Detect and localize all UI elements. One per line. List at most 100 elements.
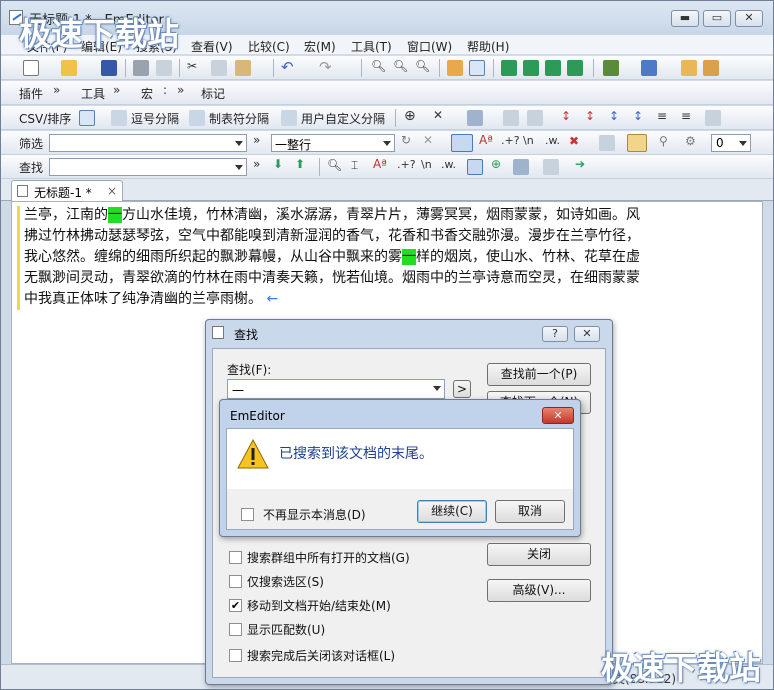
custom-separated-button[interactable]: 用户自定义分隔 bbox=[301, 110, 385, 127]
move-to-start-checkbox[interactable]: ✔ bbox=[229, 599, 242, 612]
find-bar-mark-icon[interactable]: ⌶ bbox=[351, 158, 358, 173]
print-preview-icon[interactable] bbox=[156, 60, 172, 76]
whole-word-icon[interactable]: .w. bbox=[545, 134, 560, 147]
menu-compare[interactable]: 比较(C) bbox=[248, 38, 290, 55]
split-icon[interactable]: ✕ bbox=[433, 108, 443, 122]
tools-label[interactable]: 工具 bbox=[81, 85, 105, 102]
cancel-button[interactable]: 取消 bbox=[495, 500, 565, 523]
chevron-icon[interactable]: » bbox=[113, 83, 120, 97]
font-icon[interactable] bbox=[641, 60, 657, 76]
find-bar-input[interactable] bbox=[49, 158, 247, 176]
selection-only-checkbox[interactable] bbox=[229, 575, 242, 588]
join-icon[interactable] bbox=[503, 110, 519, 126]
sort-len-desc-icon[interactable]: ≡ bbox=[681, 109, 691, 123]
pin-icon[interactable]: ⚲ bbox=[659, 134, 668, 148]
find-dialog-close-text-button[interactable]: 关闭 bbox=[487, 543, 591, 566]
chevron-icon[interactable]: » bbox=[177, 83, 184, 97]
sort-asc-icon[interactable]: ↕ bbox=[561, 109, 571, 123]
find-bar-panel-icon[interactable] bbox=[543, 159, 559, 175]
close-window-button[interactable]: ✕ bbox=[735, 10, 763, 27]
redo-icon[interactable]: ↷ bbox=[319, 58, 332, 76]
help-button[interactable]: ? bbox=[542, 326, 568, 342]
columns-icon[interactable] bbox=[467, 110, 483, 126]
find-next-icon[interactable]: 🔍︎ bbox=[393, 59, 408, 73]
filter-icon[interactable] bbox=[469, 60, 485, 76]
paste-icon[interactable] bbox=[235, 60, 251, 76]
find-bar-regex-icon[interactable]: .+? bbox=[397, 158, 416, 171]
maximize-button[interactable]: ▭ bbox=[703, 10, 731, 27]
remove-dup-icon[interactable] bbox=[705, 110, 721, 126]
config-icon[interactable] bbox=[603, 60, 619, 76]
open-folder-icon[interactable] bbox=[61, 60, 77, 76]
find-bar-word-icon[interactable]: .w. bbox=[441, 158, 456, 171]
filter-input[interactable] bbox=[49, 134, 247, 152]
comma-separated-button[interactable]: 逗号分隔 bbox=[131, 110, 179, 127]
find-prev-icon[interactable]: 🔍︎ bbox=[415, 59, 430, 73]
close-after-search-checkbox[interactable] bbox=[229, 649, 242, 662]
show-count-checkbox[interactable] bbox=[229, 623, 242, 636]
csv-mode-icon[interactable] bbox=[79, 110, 95, 126]
new-file-icon[interactable] bbox=[23, 60, 39, 76]
bookmark-label[interactable]: 标记 bbox=[201, 85, 225, 102]
find-bar-wrap-icon[interactable] bbox=[467, 159, 483, 175]
chevron-icon[interactable]: » bbox=[53, 83, 60, 97]
undo-icon[interactable]: ↶ bbox=[281, 58, 294, 76]
advanced-button[interactable]: 高级(V)... bbox=[487, 579, 591, 602]
sort-desc-icon[interactable]: ↕ bbox=[585, 109, 595, 123]
menu-help[interactable]: 帮助(H) bbox=[467, 38, 509, 55]
menu-window[interactable]: 窗口(W) bbox=[407, 38, 452, 55]
find-bar-go-icon[interactable]: ➔ bbox=[575, 157, 585, 171]
document-text[interactable]: 兰亭，江南的一方山水佳境，竹林清幽，溪水潺潺，青翠片片，薄雾冥冥，烟雨蒙蒙，如诗… bbox=[24, 205, 736, 310]
chevron-icon[interactable]: » bbox=[253, 157, 260, 171]
menu-view[interactable]: 查看(V) bbox=[191, 38, 233, 55]
minimize-button[interactable]: ▬ bbox=[671, 10, 699, 27]
add-column-icon[interactable]: ⊕ bbox=[404, 108, 416, 124]
sort-num-desc-icon[interactable]: ↕ bbox=[633, 109, 643, 123]
customize-icon[interactable] bbox=[681, 60, 697, 76]
print-icon[interactable] bbox=[133, 60, 149, 76]
find-up-icon[interactable]: ⬆ bbox=[295, 157, 305, 171]
find-options-arrow-button[interactable]: > bbox=[453, 380, 471, 398]
save-icon[interactable] bbox=[101, 60, 117, 76]
plugins-icon[interactable] bbox=[703, 60, 719, 76]
find-bar-case-icon[interactable]: Aª bbox=[373, 157, 387, 171]
justify-icon[interactable] bbox=[527, 110, 543, 126]
filter-search-icon[interactable] bbox=[451, 134, 473, 152]
find-bar-list-icon[interactable] bbox=[513, 159, 529, 175]
wrap-window-icon[interactable] bbox=[523, 60, 539, 76]
cancel-filter-icon[interactable]: ✕ bbox=[423, 133, 433, 147]
copy-icon[interactable] bbox=[211, 60, 227, 76]
cut-icon[interactable]: ✂ bbox=[187, 59, 197, 73]
escape-icon[interactable]: \n bbox=[523, 134, 534, 147]
advanced-filter-icon[interactable]: ⚙ bbox=[685, 134, 696, 148]
menu-macro[interactable]: 宏(M) bbox=[304, 38, 336, 55]
wrap-char-icon[interactable] bbox=[567, 60, 583, 76]
lock-icon[interactable] bbox=[627, 134, 647, 152]
tab-separated-button[interactable]: 制表符分隔 bbox=[209, 110, 269, 127]
find-bar-escape-icon[interactable]: \n bbox=[421, 158, 432, 171]
tab-close-icon[interactable]: × bbox=[107, 184, 117, 198]
bookmark-filter-icon[interactable] bbox=[599, 135, 615, 151]
sort-len-icon[interactable]: ≡ bbox=[657, 109, 667, 123]
find-dialog-close-button[interactable]: ✕ bbox=[574, 326, 600, 342]
find-bar-search-icon[interactable]: 🔍︎ bbox=[327, 158, 342, 172]
filter-mode-select[interactable]: 一整行 bbox=[271, 134, 395, 152]
match-case-icon[interactable]: Aª bbox=[479, 133, 493, 147]
plugins-label[interactable]: 插件 bbox=[19, 85, 43, 102]
regex-icon[interactable]: .+? bbox=[501, 134, 520, 147]
message-dialog-close-button[interactable]: ✕ bbox=[542, 407, 574, 424]
find-down-icon[interactable]: ⬇ bbox=[273, 157, 283, 171]
wrap-none-icon[interactable] bbox=[501, 60, 517, 76]
wrap-page-icon[interactable] bbox=[545, 60, 561, 76]
menu-tools[interactable]: 工具(T) bbox=[351, 38, 392, 55]
find-icon[interactable]: 🔍︎ bbox=[371, 59, 386, 73]
highlight-icon[interactable] bbox=[447, 60, 463, 76]
tab-document[interactable]: 无标题-1 * × bbox=[11, 180, 123, 201]
sort-num-icon[interactable]: ↕ bbox=[609, 109, 619, 123]
search-all-documents-checkbox[interactable] bbox=[229, 551, 242, 564]
macro-label[interactable]: 宏 bbox=[141, 85, 153, 102]
refresh-icon[interactable]: ↻ bbox=[401, 133, 411, 147]
continue-button[interactable]: 继续(C) bbox=[417, 500, 487, 523]
dont-show-again-checkbox[interactable] bbox=[241, 508, 254, 521]
find-bar-incremental-icon[interactable]: ⊕ bbox=[491, 157, 501, 171]
